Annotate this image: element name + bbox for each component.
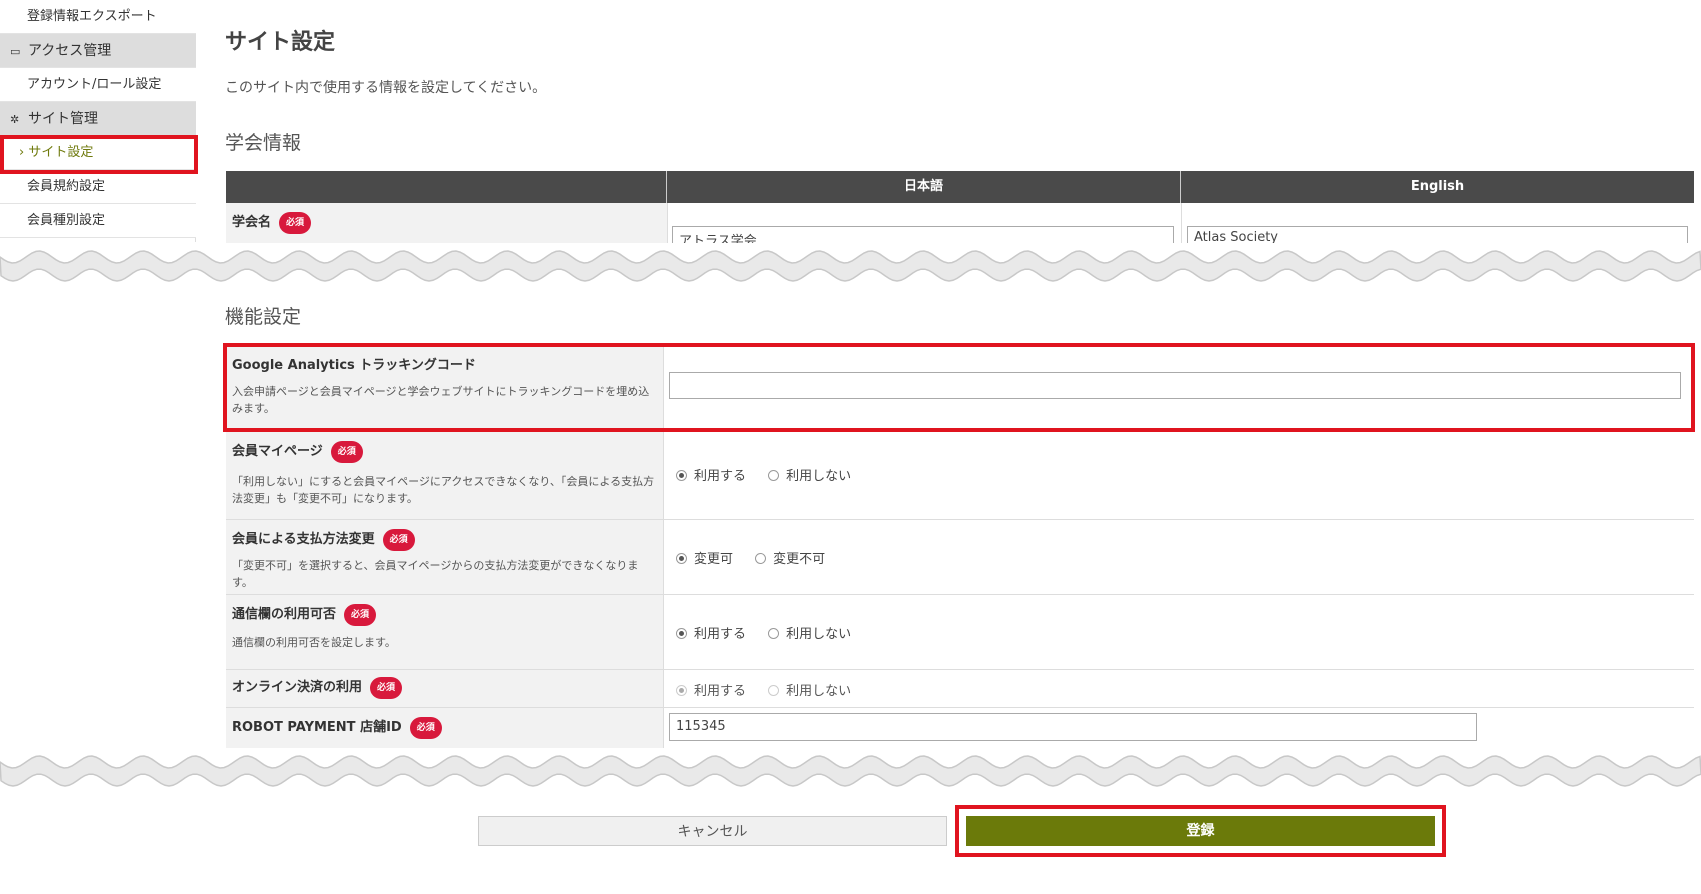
sidebar: 登録情報エクスポート ▭ アクセス管理 アカウント/ロール設定 ✲ サイト管理 › …: [0, 0, 196, 242]
radio-label: 利用する: [694, 684, 747, 699]
payment-radio-changeable[interactable]: 変更可: [676, 548, 733, 567]
sidebar-item-label: 会員種別設定: [27, 213, 106, 228]
radio-label: 利用しない: [786, 627, 852, 642]
table-header-english: English: [1181, 171, 1694, 203]
required-badge: 必須: [330, 440, 363, 463]
radio-label: 利用する: [694, 627, 747, 642]
sidebar-item-export[interactable]: 登録情報エクスポート: [0, 0, 196, 34]
required-badge: 必須: [279, 211, 312, 234]
required-badge: 必須: [409, 716, 442, 739]
ga-label-cell: Google Analytics トラッキングコード 入会申請ページと会員マイペ…: [226, 346, 663, 431]
payment-radio-group: 変更可 変更不可: [676, 548, 843, 567]
page-description: このサイト内で使用する情報を設定してください。: [225, 80, 547, 96]
radio-label: 利用しない: [786, 684, 852, 699]
sidebar-item-account-role[interactable]: アカウント/ロール設定: [0, 68, 196, 102]
sidebar-item-member-types[interactable]: 会員種別設定: [0, 204, 196, 238]
comm-description: 通信欄の利用可否を設定します。: [232, 635, 396, 649]
online-label: オンライン決済の利用: [232, 680, 363, 695]
sidebar-item-label: 登録情報エクスポート: [27, 9, 157, 24]
radio-selected-icon: [676, 628, 687, 639]
comm-radio-not-use[interactable]: 利用しない: [768, 623, 851, 642]
society-name-label: 学会名: [232, 215, 272, 230]
monitor-icon: ▭: [10, 45, 21, 58]
required-badge: 必須: [382, 528, 415, 551]
radio-label: 利用する: [694, 469, 747, 484]
ga-tracking-input[interactable]: [669, 372, 1681, 399]
page-title: サイト設定: [225, 30, 336, 55]
radio-selected-icon: [676, 553, 687, 564]
radio-unselected-icon: [755, 553, 767, 564]
payment-radio-not-changeable[interactable]: 変更不可: [755, 548, 825, 567]
required-badge: 必須: [344, 603, 377, 626]
cancel-button[interactable]: キャンセル: [478, 816, 947, 846]
section-title-society: 学会情報: [225, 132, 302, 154]
radio-selected-icon: [676, 685, 687, 696]
radio-unselected-icon: [768, 628, 780, 639]
mypage-label: 会員マイページ: [232, 444, 323, 459]
sidebar-item-label: アカウント/ロール設定: [27, 77, 162, 92]
ga-description: 入会申請ページと会員マイページと学会ウェブサイトにトラッキングコードを埋め込みま…: [232, 385, 650, 415]
section-title-features: 機能設定: [225, 306, 302, 328]
table-header-blank: [226, 171, 667, 203]
radio-label: 変更不可: [773, 552, 826, 567]
mypage-radio-use[interactable]: 利用する: [676, 465, 746, 484]
register-button[interactable]: 登録: [966, 816, 1435, 846]
table-header-japanese: 日本語: [667, 171, 1181, 203]
payment-description: 「変更不可」を選択すると、会員マイページからの支払方法変更ができなくなります。: [232, 558, 639, 589]
payment-label-cell: 会員による支払方法変更 必須 「変更不可」を選択すると、会員マイページからの支払方…: [226, 520, 663, 595]
robot-store-id-input[interactable]: 115345: [669, 713, 1477, 741]
radio-selected-icon: [676, 470, 687, 481]
sidebar-heading-access[interactable]: ▭ アクセス管理: [0, 34, 196, 68]
radio-unselected-icon: [768, 685, 780, 696]
wave-separator: [0, 748, 1701, 794]
comm-label-cell: 通信欄の利用可否 必須 通信欄の利用可否を設定します。: [226, 595, 663, 670]
sidebar-item-site-settings[interactable]: › サイト設定: [0, 136, 196, 170]
mypage-radio-group: 利用する 利用しない: [676, 465, 869, 484]
sidebar-item-label: › サイト設定: [19, 145, 94, 160]
online-radio-not-use: 利用しない: [768, 680, 851, 699]
society-name-label-cell: 学会名 必須: [226, 203, 667, 245]
sidebar-heading-label: サイト管理: [28, 111, 98, 127]
mypage-description: 「利用しない」にすると会員マイページにアクセスできなくなり、「会員による支払方法…: [232, 474, 655, 505]
radio-unselected-icon: [768, 470, 780, 481]
gear-icon: ✲: [10, 113, 20, 126]
online-radio-group: 利用する 利用しない: [676, 680, 869, 699]
sidebar-item-member-terms[interactable]: 会員規約設定: [0, 170, 196, 204]
sidebar-heading-site[interactable]: ✲ サイト管理: [0, 102, 196, 136]
radio-label: 利用しない: [786, 469, 852, 484]
online-label-cell: オンライン決済の利用 必須: [226, 670, 663, 708]
robot-label: ROBOT PAYMENT 店舗ID: [232, 720, 402, 735]
mypage-radio-not-use[interactable]: 利用しない: [768, 465, 851, 484]
comm-radio-use[interactable]: 利用する: [676, 623, 746, 642]
mypage-label-cell: 会員マイページ 必須 「利用しない」にすると会員マイページにアクセスできなくなり、…: [226, 432, 663, 520]
wave-separator: [0, 243, 1701, 289]
ga-label: Google Analytics トラッキングコード: [232, 358, 476, 373]
sidebar-item-label: 会員規約設定: [27, 179, 106, 194]
online-radio-use: 利用する: [676, 680, 746, 699]
comm-radio-group: 利用する 利用しない: [676, 623, 869, 642]
radio-label: 変更可: [694, 552, 734, 567]
robot-label-cell: ROBOT PAYMENT 店舗ID 必須: [226, 708, 663, 750]
payment-label: 会員による支払方法変更: [232, 532, 375, 547]
sidebar-heading-label: アクセス管理: [28, 43, 112, 59]
comm-label: 通信欄の利用可否: [232, 607, 337, 622]
required-badge: 必須: [370, 676, 403, 699]
